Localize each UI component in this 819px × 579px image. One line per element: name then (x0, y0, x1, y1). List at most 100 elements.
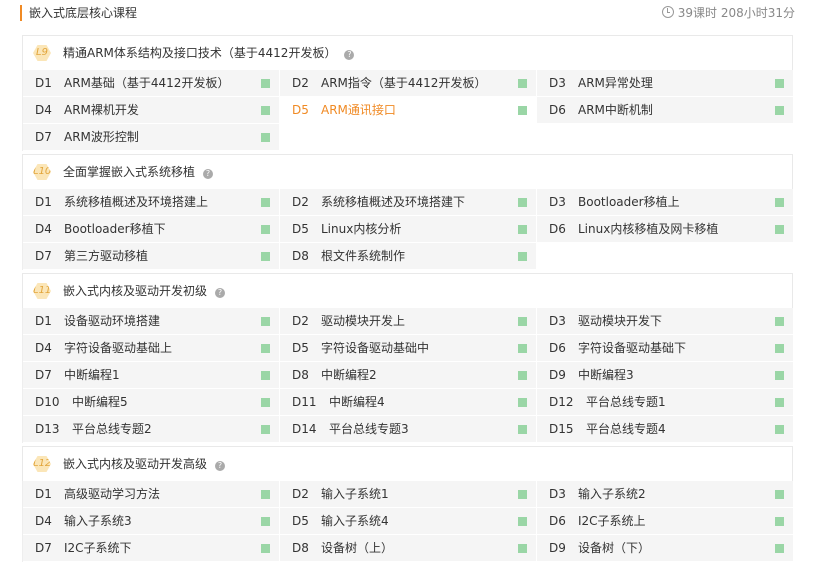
video-status-icon (261, 79, 270, 88)
lesson-item[interactable]: D2 输入子系统1 (280, 481, 537, 508)
lesson-name: 中断编程5 (72, 395, 128, 409)
lesson-day: D5 (292, 222, 309, 236)
lesson-day: D5 (292, 514, 309, 528)
lesson-name: 设备驱动环境搭建 (64, 314, 161, 328)
lesson-day: D3 (549, 487, 566, 501)
lesson-item[interactable]: D9 设备树（下） (537, 535, 794, 562)
lesson-name: 平台总线专题3 (329, 422, 409, 436)
lesson-item[interactable]: D2 驱动模块开发上 (280, 308, 537, 335)
lesson-day: D1 (35, 487, 52, 501)
lesson-item[interactable]: D4 字符设备驱动基础上 (23, 335, 280, 362)
empty-cell (537, 124, 794, 151)
lesson-item[interactable]: D4 ARM裸机开发 (23, 97, 280, 124)
lesson-name: 平台总线专题4 (586, 422, 666, 436)
lesson-day: D5 (292, 103, 309, 117)
level-header[interactable]: L9 精通ARM体系结构及接口技术（基于4412开发板）? (22, 35, 793, 70)
lesson-item[interactable]: D1 设备驱动环境搭建 (23, 308, 280, 335)
lesson-item[interactable]: D8 设备树（上） (280, 535, 537, 562)
lesson-name: ARM指令（基于4412开发板） (321, 76, 487, 90)
lesson-item[interactable]: D2 系统移植概述及环境搭建下 (280, 189, 537, 216)
lesson-item[interactable]: D7 第三方驱动移植 (23, 243, 280, 270)
lesson-item[interactable]: D3 ARM异常处理 (537, 70, 794, 97)
lesson-name: 平台总线专题1 (586, 395, 666, 409)
lesson-item[interactable]: D5 ARM通讯接口 (280, 97, 537, 124)
level-header[interactable]: L11 嵌入式内核及驱动开发初级? (22, 273, 793, 308)
lesson-item[interactable]: D6 I2C子系统上 (537, 508, 794, 535)
lesson-item[interactable]: D1 系统移植概述及环境搭建上 (23, 189, 280, 216)
level-title-text: 精通ARM体系结构及接口技术（基于4412开发板） (63, 46, 337, 60)
lesson-name: 驱动模块开发上 (321, 314, 406, 328)
lesson-item[interactable]: D1 ARM基础（基于4412开发板） (23, 70, 280, 97)
lesson-name: 输入子系统4 (321, 514, 389, 528)
lesson-item[interactable]: D3 输入子系统2 (537, 481, 794, 508)
video-status-icon (518, 490, 527, 499)
video-status-icon (261, 225, 270, 234)
course-header: 嵌入式底层核心课程 39课时 208小时31分 (20, 0, 795, 26)
video-status-icon (775, 517, 784, 526)
lesson-day: D7 (35, 541, 52, 555)
help-icon[interactable]: ? (215, 461, 226, 471)
help-icon[interactable]: ? (215, 288, 226, 298)
lesson-item[interactable]: D4 输入子系统3 (23, 508, 280, 535)
lesson-day: D7 (35, 249, 52, 263)
help-icon[interactable]: ? (203, 169, 214, 179)
level-title: 嵌入式内核及驱动开发高级? (63, 456, 226, 472)
lesson-item[interactable]: D5 输入子系统4 (280, 508, 537, 535)
lesson-item[interactable]: D4 Bootloader移植下 (23, 216, 280, 243)
lesson-name: ARM裸机开发 (64, 103, 139, 117)
video-status-icon (518, 398, 527, 407)
lesson-item[interactable]: D6 Linux内核移植及网卡移植 (537, 216, 794, 243)
lesson-item[interactable]: D3 驱动模块开发下 (537, 308, 794, 335)
lesson-day: D12 (549, 395, 574, 409)
level-title-text: 嵌入式内核及驱动开发初级 (63, 284, 208, 298)
lesson-item[interactable]: D7 中断编程1 (23, 362, 280, 389)
lesson-name: I2C子系统上 (578, 514, 646, 528)
video-status-icon (775, 398, 784, 407)
lesson-item[interactable]: D5 Linux内核分析 (280, 216, 537, 243)
video-status-icon (775, 544, 784, 553)
lesson-item[interactable]: D3 Bootloader移植上 (537, 189, 794, 216)
lesson-item[interactable]: D6 字符设备驱动基础下 (537, 335, 794, 362)
lesson-item[interactable]: D5 字符设备驱动基础中 (280, 335, 537, 362)
video-status-icon (518, 371, 527, 380)
lesson-day: D9 (549, 368, 566, 382)
lesson-item[interactable]: D9 中断编程3 (537, 362, 794, 389)
lesson-name: 设备树（下） (578, 541, 651, 555)
lesson-item[interactable]: D7 I2C子系统下 (23, 535, 280, 562)
lesson-day: D13 (35, 422, 60, 436)
level-badge: L9 (33, 45, 51, 61)
video-status-icon (518, 344, 527, 353)
lesson-item[interactable]: D13 平台总线专题2 (23, 416, 280, 443)
level-header[interactable]: L12 嵌入式内核及驱动开发高级? (22, 446, 793, 481)
lesson-item[interactable]: D11 中断编程4 (280, 389, 537, 416)
video-status-icon (261, 371, 270, 380)
lesson-item[interactable]: D6 ARM中断机制 (537, 97, 794, 124)
video-status-icon (518, 225, 527, 234)
lesson-item[interactable]: D10 中断编程5 (23, 389, 280, 416)
help-icon[interactable]: ? (344, 50, 355, 60)
lesson-item[interactable]: D8 中断编程2 (280, 362, 537, 389)
lesson-item[interactable]: D15 平台总线专题4 (537, 416, 794, 443)
level-title: 精通ARM体系结构及接口技术（基于4412开发板）? (63, 45, 355, 61)
lesson-item[interactable]: D7 ARM波形控制 (23, 124, 280, 151)
lesson-item[interactable]: D14 平台总线专题3 (280, 416, 537, 443)
lesson-grid: D1 高级驱动学习方法 D2 输入子系统1 D3 输入子系统2 D4 输入子系统3 D5 输入子系… (22, 481, 794, 562)
lesson-item[interactable]: D2 ARM指令（基于4412开发板） (280, 70, 537, 97)
lesson-day: D10 (35, 395, 60, 409)
lesson-day: D11 (292, 395, 317, 409)
level-section: L11 嵌入式内核及驱动开发初级? D1 设备驱动环境搭建 D2 驱动模块开发上 D3 驱动模… (22, 273, 794, 443)
lesson-day: D4 (35, 514, 52, 528)
lesson-item[interactable]: D8 根文件系统制作 (280, 243, 537, 270)
lesson-item[interactable]: D12 平台总线专题1 (537, 389, 794, 416)
lesson-item[interactable]: D1 高级驱动学习方法 (23, 481, 280, 508)
level-badge: L12 (33, 456, 51, 472)
level-header[interactable]: L10 全面掌握嵌入式系统移植? (22, 154, 793, 189)
level-title: 全面掌握嵌入式系统移植? (63, 164, 214, 180)
video-status-icon (261, 317, 270, 326)
video-status-icon (261, 544, 270, 553)
lesson-day: D3 (549, 76, 566, 90)
video-status-icon (775, 317, 784, 326)
level-section: L10 全面掌握嵌入式系统移植? D1 系统移植概述及环境搭建上 D2 系统移植概述及环境… (22, 154, 794, 270)
lesson-name: 字符设备驱动基础上 (64, 341, 173, 355)
video-status-icon (261, 133, 270, 142)
